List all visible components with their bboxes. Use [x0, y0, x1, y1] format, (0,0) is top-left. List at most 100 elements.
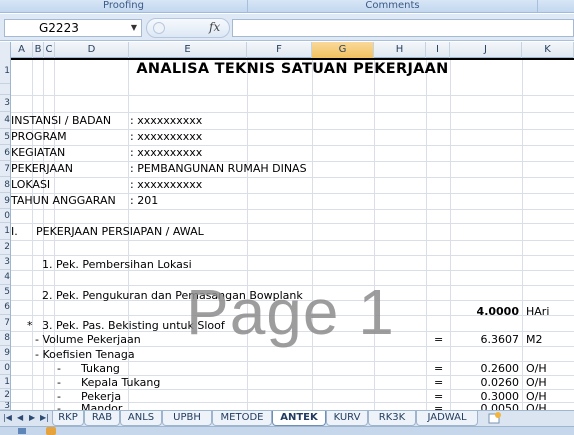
row-header[interactable]: 8: [0, 177, 10, 193]
formula-input[interactable]: [232, 19, 574, 37]
row-header[interactable]: 2: [0, 240, 10, 255]
name-box[interactable]: G2223 ▼: [4, 19, 142, 37]
koef-dash[interactable]: -: [57, 361, 61, 376]
insert-function-icon[interactable]: fx: [209, 20, 220, 34]
row-header[interactable]: 3: [0, 95, 10, 112]
ribbon-group-strip: Proofing Comments: [0, 0, 574, 13]
tab-jadwal[interactable]: JADWAL: [416, 411, 478, 426]
ribbon-group-next[interactable]: [538, 0, 574, 12]
info-label-tahun[interactable]: TAHUN ANGGARAN: [11, 193, 116, 208]
volume-unit[interactable]: M2: [526, 332, 543, 347]
next-sheet-icon[interactable]: ▶: [29, 413, 35, 422]
last-sheet-icon[interactable]: ▶|: [40, 413, 49, 422]
row-header[interactable]: 1: [0, 223, 10, 240]
chevron-down-icon[interactable]: ▼: [131, 20, 137, 36]
item-pembersihan[interactable]: 1. Pek. Pembersihan Lokasi: [42, 257, 192, 272]
info-value-tahun[interactable]: : 201: [130, 193, 158, 208]
ribbon-group-comments[interactable]: Comments: [248, 0, 538, 12]
row-header[interactable]: 9: [0, 193, 10, 209]
splitter-grip-icon[interactable]: [153, 22, 165, 34]
row-header[interactable]: 7: [0, 315, 10, 331]
column-header-k[interactable]: K: [522, 42, 574, 58]
tab-kurv[interactable]: KURV: [326, 411, 368, 426]
tab-upbh[interactable]: UPBH: [162, 411, 212, 426]
column-header-h[interactable]: H: [374, 42, 426, 58]
koef-eq[interactable]: =: [434, 361, 443, 376]
row-header[interactable]: 9: [0, 346, 10, 361]
row-header[interactable]: 0: [0, 209, 10, 223]
prev-sheet-icon[interactable]: ◀: [17, 413, 23, 422]
info-value-program[interactable]: : xxxxxxxxxx: [130, 129, 202, 144]
koef-eq[interactable]: =: [434, 375, 443, 390]
item-pengukuran-value[interactable]: 4.0000: [451, 304, 519, 319]
row-header[interactable]: 5: [0, 285, 10, 300]
row-header[interactable]: [0, 84, 10, 95]
column-header-e[interactable]: E: [129, 42, 247, 58]
row-header[interactable]: 1: [0, 375, 10, 389]
volume-eq[interactable]: =: [434, 332, 443, 347]
tab-rab[interactable]: RAB: [84, 411, 120, 426]
tab-rk3k[interactable]: RK3K: [368, 411, 416, 426]
info-value-lokasi[interactable]: : xxxxxxxxxx: [130, 177, 202, 192]
volume-value[interactable]: 6.3607: [451, 332, 520, 347]
info-label-instansi[interactable]: INSTANSI / BADAN: [11, 113, 111, 128]
koef-label-mandor[interactable]: Mandor: [81, 401, 122, 410]
row-header[interactable]: 5: [0, 129, 10, 145]
insert-sheet-icon[interactable]: [488, 412, 502, 424]
row-header[interactable]: 8: [0, 331, 10, 346]
ribbon-group-proofing[interactable]: Proofing: [0, 0, 248, 12]
column-header-g[interactable]: G: [312, 42, 374, 58]
column-header-d[interactable]: D: [55, 42, 129, 58]
koef-dash[interactable]: -: [57, 401, 61, 410]
koef-eq[interactable]: =: [434, 401, 443, 410]
row-header[interactable]: 7: [0, 161, 10, 177]
koef-value-kepala-tukang[interactable]: 0.0260: [451, 375, 520, 390]
row-header[interactable]: 6: [0, 300, 10, 315]
column-header-j[interactable]: J: [450, 42, 522, 58]
tab-anls[interactable]: ANLS: [120, 411, 162, 426]
koef-value-tukang[interactable]: 0.2600: [451, 361, 520, 376]
item-pengukuran-unit[interactable]: HAri: [526, 304, 549, 319]
row-header[interactable]: 1: [0, 58, 10, 84]
row-header[interactable]: 2: [0, 389, 10, 402]
column-header-c[interactable]: C: [44, 42, 55, 58]
item-marker[interactable]: *: [27, 318, 33, 333]
koef-value-mandor[interactable]: 0.0050: [451, 401, 520, 410]
info-label-lokasi[interactable]: LOKASI: [11, 177, 50, 192]
tab-metode[interactable]: METODE: [212, 411, 272, 426]
koef-label-kepala-tukang[interactable]: Kepala Tukang: [81, 375, 160, 390]
first-sheet-icon[interactable]: |◀: [3, 413, 12, 422]
section-title[interactable]: PEKERJAAN PERSIAPAN / AWAL: [36, 224, 204, 239]
macro-record-icon[interactable]: [18, 428, 26, 434]
row-header[interactable]: 4: [0, 270, 10, 285]
row-header[interactable]: 4: [0, 112, 10, 129]
row-header[interactable]: 3: [0, 255, 10, 270]
koefisien-label[interactable]: - Koefisien Tenaga: [35, 347, 135, 362]
column-header-a[interactable]: A: [11, 42, 33, 58]
koef-label-tukang[interactable]: Tukang: [81, 361, 120, 376]
column-header-b[interactable]: B: [33, 42, 44, 58]
select-all-corner[interactable]: [0, 42, 11, 58]
info-label-program[interactable]: PROGRAM: [11, 129, 67, 144]
info-value-kegiatan[interactable]: : xxxxxxxxxx: [130, 145, 202, 160]
koef-unit[interactable]: O/H: [526, 361, 547, 376]
worksheet-grid[interactable]: ANALISA TEKNIS SATUAN PEKERJAAN INSTANSI…: [11, 58, 574, 410]
row-header[interactable]: 0: [0, 361, 10, 375]
koef-dash[interactable]: -: [57, 375, 61, 390]
name-box-value: G2223: [39, 21, 79, 35]
row-header[interactable]: 6: [0, 145, 10, 161]
info-label-pekerjaan[interactable]: PEKERJAAN: [11, 161, 73, 176]
tab-rkp[interactable]: RKP: [52, 411, 84, 426]
koef-unit[interactable]: O/H: [526, 375, 547, 390]
info-label-kegiatan[interactable]: KEGIATAN: [11, 145, 65, 160]
tab-antek[interactable]: ANTEK: [272, 411, 326, 426]
volume-label[interactable]: - Volume Pekerjaan: [35, 332, 141, 347]
info-value-instansi[interactable]: : xxxxxxxxxx: [130, 113, 202, 128]
info-value-pekerjaan[interactable]: : PEMBANGUNAN RUMAH DINAS: [130, 161, 307, 176]
section-number[interactable]: I.: [11, 224, 18, 239]
row-header[interactable]: 3: [0, 402, 10, 410]
koef-unit[interactable]: O/H: [526, 401, 547, 410]
column-header-f[interactable]: F: [247, 42, 312, 58]
column-headers: A B C D E F G H I J K: [0, 42, 574, 58]
column-header-i[interactable]: I: [426, 42, 450, 58]
